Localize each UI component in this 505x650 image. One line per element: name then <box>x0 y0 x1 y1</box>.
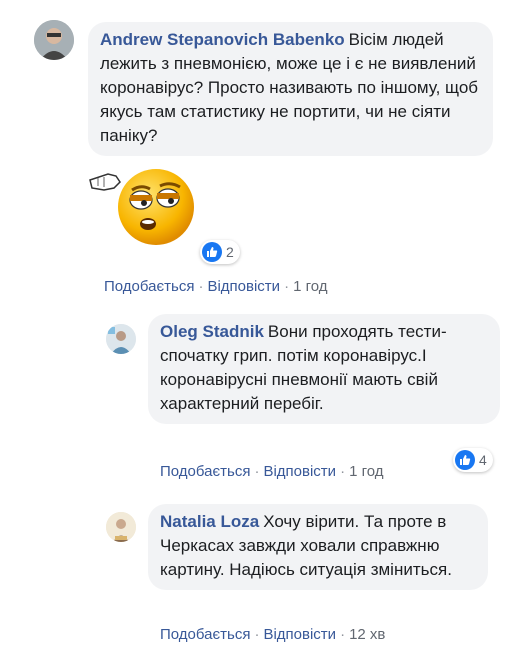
reply-button[interactable]: Відповісти <box>263 463 336 480</box>
pointing-emoji-sticker-icon <box>89 169 194 245</box>
avatar-andrew[interactable] <box>34 20 74 60</box>
comment-bubble: Andrew Stepanovich Babenko Вісім людей ле… <box>88 22 493 156</box>
like-reaction-icon <box>455 450 475 470</box>
avatar-natalia-image <box>106 512 136 542</box>
separator: · <box>254 463 260 480</box>
comment-actions: Подобається · Відповісти · 1 год <box>104 278 327 295</box>
like-reaction-icon <box>202 242 222 262</box>
avatar-andrew-image <box>34 20 74 60</box>
timestamp[interactable]: 1 год <box>293 278 327 295</box>
comment-actions: Подобається · Відповісти · 1 год <box>160 463 383 480</box>
comment-actions: Подобається · Відповісти · 12 хв <box>160 626 385 643</box>
reaction-count: 4 <box>479 452 487 468</box>
separator: · <box>254 626 260 643</box>
like-button[interactable]: Подобається <box>160 463 250 480</box>
reply-button[interactable]: Відповісти <box>207 278 280 295</box>
separator: · <box>198 278 204 295</box>
like-button[interactable]: Подобається <box>104 278 194 295</box>
comment-bubble: Oleg Stadnik Вони проходять тести- спочат… <box>148 314 500 424</box>
reaction-summary[interactable]: 4 <box>453 448 493 472</box>
comment-author[interactable]: Natalia Loza <box>160 512 259 531</box>
separator: · <box>284 278 290 295</box>
reaction-summary[interactable]: 2 <box>200 240 240 264</box>
separator: · <box>340 463 346 480</box>
like-button[interactable]: Подобається <box>160 626 250 643</box>
avatar-natalia[interactable] <box>106 512 136 542</box>
reaction-count: 2 <box>226 244 234 260</box>
timestamp[interactable]: 1 год <box>349 463 383 480</box>
comment-bubble: Natalia Loza Хочу вірити. Та проте в Черк… <box>148 504 488 590</box>
comment-author[interactable]: Andrew Stepanovich Babenko <box>100 30 345 49</box>
comment-author[interactable]: Oleg Stadnik <box>160 322 264 341</box>
reply-button[interactable]: Відповісти <box>263 626 336 643</box>
avatar-oleg-image <box>106 324 136 354</box>
sticker-image <box>86 162 206 247</box>
timestamp[interactable]: 12 хв <box>349 626 385 643</box>
separator: · <box>340 626 346 643</box>
avatar-oleg[interactable] <box>106 324 136 354</box>
